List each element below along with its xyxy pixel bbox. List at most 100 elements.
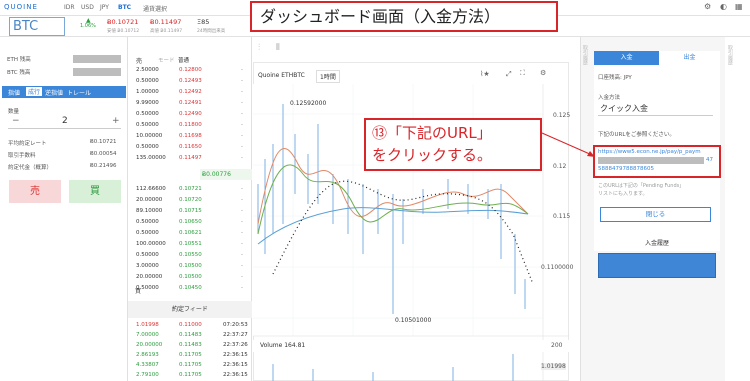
bid-row[interactable]: 20.00000 0.10720 - (128, 197, 252, 207)
theme-icon[interactable]: ◐ (720, 2, 727, 11)
bid-row[interactable]: 20.00000 0.10500 - (128, 274, 252, 284)
bid-price: 0.10500 (179, 274, 202, 280)
trade-qty: 4.33807 (136, 362, 159, 368)
ask-row[interactable]: 135.00000 0.11497 - (128, 155, 252, 165)
annotation-title: ダッシュボード画面（入金方法） (250, 1, 558, 32)
quantity-plus[interactable]: + (112, 116, 120, 126)
currency-idr[interactable]: IDR (64, 4, 75, 11)
deposit-url-part2[interactable]: 47 (706, 157, 713, 163)
method-label: 入金方法 (598, 95, 621, 101)
tab-limit[interactable]: 指値 (8, 88, 20, 97)
bid-row[interactable]: 3.00000 0.10500 - (128, 263, 252, 273)
bars-icon[interactable]: ⫴ (276, 43, 280, 53)
eth-balance-redacted (73, 55, 121, 63)
ask-row[interactable]: 10.00000 0.11698 - (128, 133, 252, 143)
quantity-input[interactable]: 2 (62, 116, 68, 126)
account-balance-label: 口座残高: JPY (598, 75, 632, 81)
side-label-left: 取引履歴 (582, 45, 588, 65)
bid-qty: 0.50000 (136, 252, 159, 258)
trade-row: 2.79100 0.11705 22:36:15 (128, 372, 252, 381)
bid-price: 0.10551 (179, 241, 202, 247)
ticker-volume: Ξ85 (197, 18, 210, 26)
ask-row[interactable]: 1.00000 0.12492 - (128, 89, 252, 99)
bid-qty: 3.00000 (136, 263, 159, 269)
indicator-icon[interactable]: ⌇★ (480, 70, 490, 78)
ask-dash: - (241, 133, 243, 139)
bid-qty: 20.00000 (136, 274, 163, 280)
buy-button[interactable]: 買 (69, 180, 121, 203)
bid-row[interactable]: 100.00000 0.10551 - (128, 241, 252, 251)
method-underline (598, 115, 713, 116)
ask-qty: 1.00000 (136, 89, 159, 95)
quantity-minus[interactable]: − (12, 116, 20, 126)
tab-deposit[interactable]: 入金 (594, 51, 659, 65)
ask-qty: 10.00000 (136, 133, 163, 139)
ask-row[interactable]: 0.50000 0.12490 - (128, 111, 252, 121)
bid-row[interactable]: 0.50000 0.10621 - (128, 230, 252, 240)
pending-note-2: リストにも入ります。 (598, 191, 648, 197)
expand-icon[interactable]: ⤢ (506, 70, 512, 79)
ask-price: 0.12493 (179, 78, 202, 84)
tab-withdraw[interactable]: 出金 (659, 51, 720, 65)
ask-dash: - (241, 122, 243, 128)
pair-select[interactable]: 通貨選択 (143, 4, 167, 13)
annotation-line-1: ⑬「下記のURL」 (372, 124, 492, 142)
gear-icon[interactable]: ⚙ (704, 2, 711, 11)
orderbook-mode-value[interactable]: 普通 (178, 56, 189, 64)
tab-trailing[interactable]: トレール (67, 88, 91, 97)
orderbook-mode-label: モード (158, 58, 175, 64)
ask-row[interactable]: 0.50000 0.12493 - (128, 78, 252, 88)
deposit-url-link[interactable]: https://www5.econ.ne.jp/pay/p_paym (598, 149, 701, 155)
bid-row[interactable]: 0.50000 0.10650 - (128, 219, 252, 229)
currency-jpy[interactable]: JPY (100, 4, 109, 11)
bid-row[interactable]: 0.50000 0.10450 - (128, 285, 252, 295)
ask-dash: - (241, 111, 243, 117)
chart-gear-icon[interactable]: ⚙ (540, 69, 546, 77)
symbol-box[interactable]: BTC (9, 17, 65, 36)
sell-button[interactable]: 売 (9, 180, 61, 203)
deposit-history-row[interactable] (598, 253, 716, 278)
price-tick-4: 0.1100000 (541, 264, 574, 271)
candlestick-icon[interactable]: ⫶ (258, 43, 260, 53)
change-percent: 1.06% (80, 23, 96, 29)
trade-price: 0.11705 (179, 372, 202, 378)
close-button[interactable]: 閉じる (600, 207, 711, 222)
ask-qty: 0.50000 (136, 111, 159, 117)
bid-price: 0.10550 (179, 252, 202, 258)
bid-dash: - (241, 230, 243, 236)
bid-row[interactable]: 89.10000 0.10715 - (128, 208, 252, 218)
ticker-bid: Ƀ0.10721 (107, 18, 139, 26)
trade-row: 20.00000 0.11483 22:37:26 (128, 342, 252, 352)
bid-price: 0.10650 (179, 219, 202, 225)
ask-price: 0.11497 (179, 155, 202, 161)
bid-dash: - (241, 263, 243, 269)
ask-row[interactable]: 0.50000 0.11800 - (128, 122, 252, 132)
side-gutter (725, 37, 750, 381)
tab-market[interactable]: 成行 (26, 87, 43, 96)
bid-row[interactable]: 0.50000 0.10550 - (128, 252, 252, 262)
interval-select[interactable]: 1時間 (316, 70, 340, 83)
quantity-label: 数量 (8, 109, 20, 115)
ask-qty: 9.99000 (136, 100, 159, 106)
currency-btc[interactable]: BTC (118, 4, 131, 11)
quoine-logo[interactable]: QUOINE (4, 3, 38, 11)
deposit-url-part3[interactable]: 5888479788878605 (598, 166, 654, 172)
ask-row[interactable]: 2.50000 0.12800 - (128, 67, 252, 77)
ask-row[interactable]: 0.50000 0.11650 - (128, 144, 252, 154)
deposit-history-header: 入金履歴 (594, 237, 720, 251)
trade-row: 2.86193 0.11705 22:36:15 (128, 352, 252, 362)
ask-row[interactable]: 9.99000 0.12491 - (128, 100, 252, 110)
trade-time: 22:37:26 (223, 342, 248, 348)
bid-row[interactable]: 112.66600 0.10721 - (128, 186, 252, 196)
trade-row: 1.01998 0.11000 07:20:53 (128, 322, 252, 332)
fullscreen-icon[interactable]: ⛶ (520, 69, 525, 78)
ask-dash: - (241, 155, 243, 161)
btc-balance-label: BTC 残高 (7, 70, 31, 76)
btc-balance-redacted (73, 68, 121, 76)
method-select[interactable]: クイック入金 (600, 103, 648, 114)
tab-stop[interactable]: 逆指値 (45, 88, 63, 97)
currency-usd[interactable]: USD (81, 4, 94, 11)
url-redacted (598, 157, 704, 164)
quantity-underline (8, 128, 121, 129)
grid-icon[interactable]: ▦ (735, 2, 743, 11)
